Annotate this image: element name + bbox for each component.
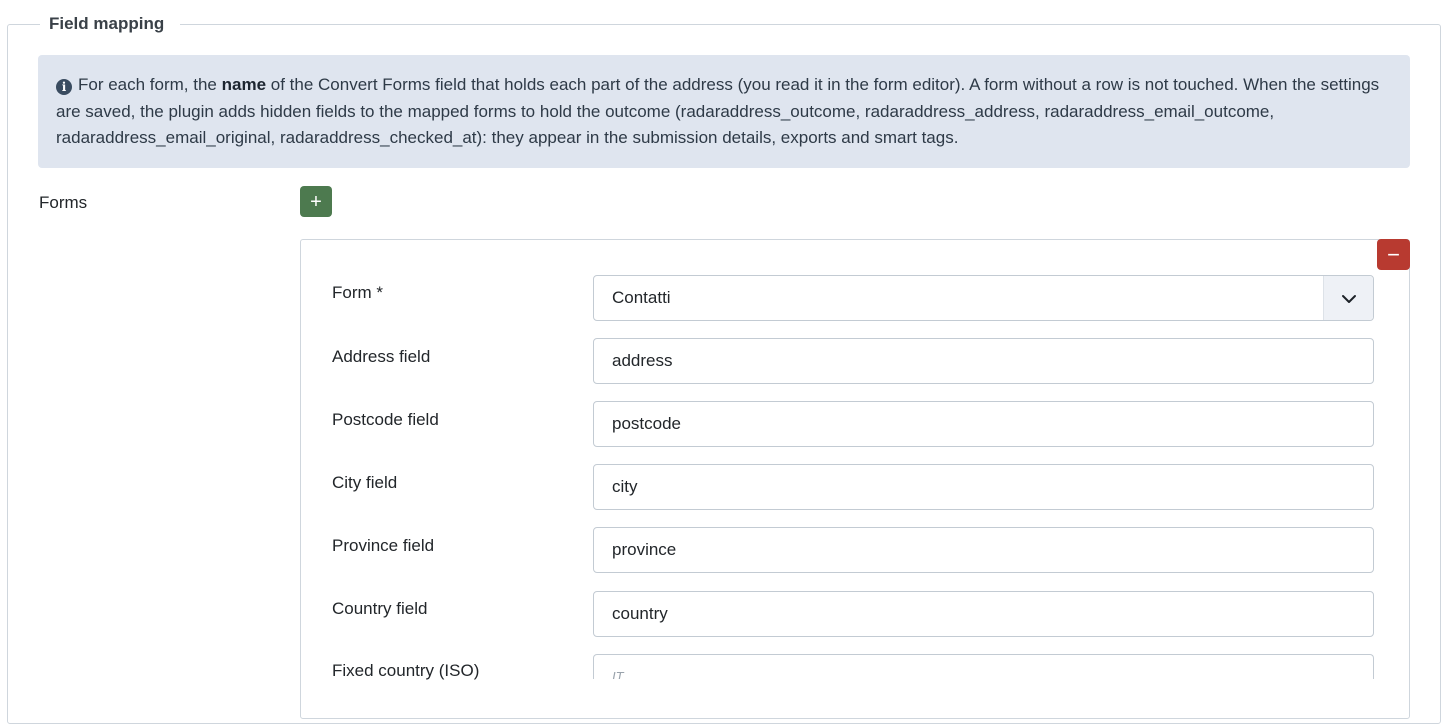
address-field-label: Address field bbox=[332, 347, 431, 366]
form-select[interactable]: Contatti bbox=[593, 275, 1374, 321]
address-field-input[interactable]: address bbox=[593, 338, 1374, 384]
remove-form-button[interactable]: − bbox=[1377, 239, 1410, 270]
country-field-input[interactable]: country bbox=[593, 591, 1374, 637]
postcode-field-input[interactable]: postcode bbox=[593, 401, 1374, 447]
fixed-country-label: Fixed country (ISO) bbox=[332, 661, 480, 680]
info-alert: i For each form, the name of the Convert … bbox=[38, 55, 1410, 168]
country-field-label: Country field bbox=[332, 599, 428, 618]
city-field-input[interactable]: city bbox=[593, 464, 1374, 510]
info-circle-icon: i bbox=[56, 79, 72, 95]
form-select-label: Form * bbox=[332, 283, 383, 302]
add-form-button[interactable]: + bbox=[300, 186, 332, 217]
province-field-input[interactable]: province bbox=[593, 527, 1374, 573]
city-field-label: City field bbox=[332, 473, 398, 492]
info-text-before: For each form, the bbox=[78, 75, 222, 94]
forms-label: Forms bbox=[39, 193, 88, 212]
province-field-label: Province field bbox=[332, 536, 435, 555]
fixed-country-input[interactable]: IT bbox=[593, 654, 1374, 679]
info-text-bold: name bbox=[221, 75, 267, 94]
form-select-value: Contatti bbox=[612, 288, 671, 307]
postcode-field-label: Postcode field bbox=[332, 410, 439, 429]
fieldset-legend: Field mapping bbox=[40, 13, 181, 35]
chevron-down-icon[interactable] bbox=[1323, 276, 1373, 320]
